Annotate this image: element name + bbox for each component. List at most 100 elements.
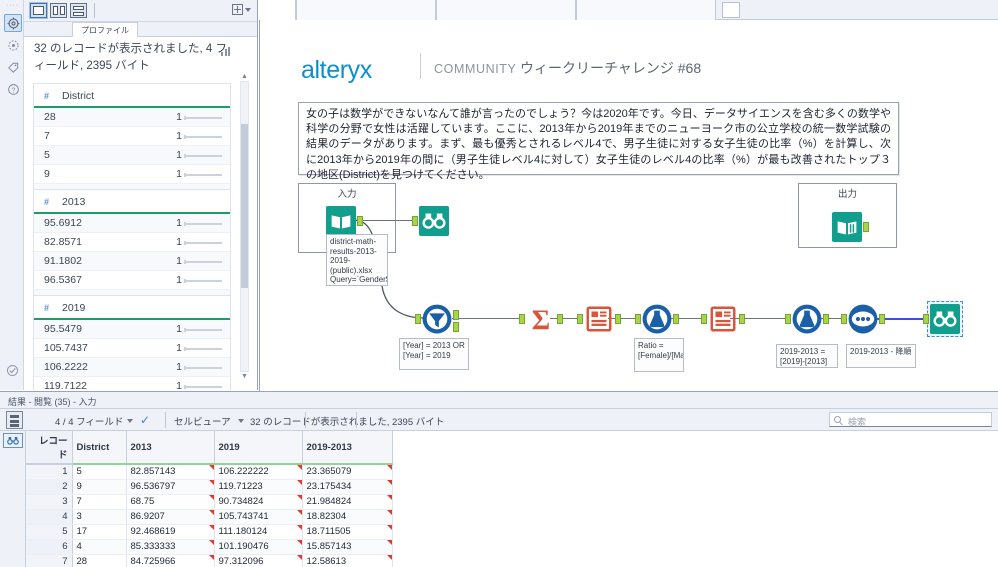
value: 9 xyxy=(44,168,50,180)
cell-diff: 23.175434 xyxy=(302,479,393,495)
output-anchor[interactable] xyxy=(557,314,563,324)
cell-diff: 12.58613 xyxy=(302,554,393,567)
table-row[interactable]: 1 5 82.857143 106.222222 23.365079 xyxy=(26,464,393,480)
cell-2019: 97.312096 xyxy=(214,554,303,567)
chevron-down-icon[interactable] xyxy=(238,419,244,423)
move-up-icon[interactable]: ↑ xyxy=(314,413,320,427)
count: 1 xyxy=(176,255,182,267)
false-output-anchor[interactable] xyxy=(453,322,459,332)
output-anchor[interactable] xyxy=(879,314,885,324)
column-header-district[interactable]: District xyxy=(72,431,127,465)
browse-tool-top[interactable] xyxy=(412,206,449,236)
input-anchor[interactable] xyxy=(701,314,707,324)
scrollbar-thumb[interactable] xyxy=(241,124,248,288)
input-anchor[interactable] xyxy=(923,314,929,324)
output-anchor[interactable] xyxy=(357,216,363,226)
bar-chart-icon[interactable] xyxy=(221,47,231,56)
container-title: 入力 xyxy=(337,189,357,200)
check-icon[interactable]: ✓ xyxy=(140,413,150,427)
input-anchor[interactable] xyxy=(412,216,418,226)
sort-tool[interactable] xyxy=(841,304,885,334)
table-row[interactable]: 2 9 96.536797 119.71223 23.175434 xyxy=(26,479,393,495)
output-anchor[interactable] xyxy=(739,314,745,324)
table-row[interactable]: 7 28 84.725966 97.312096 12.58613 xyxy=(26,554,393,567)
field-header: # 2019 xyxy=(34,296,230,320)
scroll-up-arrow[interactable]: ▲ xyxy=(241,72,248,81)
cell-flag-icon xyxy=(208,524,214,530)
table-row[interactable]: 3 7 68.75 90.734824 21.984824 xyxy=(26,494,393,510)
results-pane: 結果 - 閲覧 (35) - 入力 4 / 4 フィールド ✓ セルビューア 3… xyxy=(0,391,998,567)
scroll-down-arrow[interactable]: ▼ xyxy=(241,372,248,381)
canvas-tab-2[interactable] xyxy=(436,0,576,20)
crosstab-tool-1[interactable] xyxy=(577,304,621,334)
table-row[interactable]: 5 17 92.468619 111.180124 18.711505 xyxy=(26,524,393,540)
input-anchor[interactable] xyxy=(785,314,791,324)
workflow-canvas[interactable]: alteryx COMMUNITY ウィークリーチャレンジ #68 女の子は数学… xyxy=(259,20,998,391)
tab-profile[interactable]: プロファイル xyxy=(72,22,138,37)
record-summary-label: 32 のレコードが表示されました, 2395 バイト xyxy=(250,417,445,428)
cell-district: 9 xyxy=(72,479,127,495)
canvas-tab-3[interactable] xyxy=(576,0,716,20)
add-pane-button[interactable] xyxy=(232,4,251,15)
cell-viewer-label[interactable]: セルビューア xyxy=(174,414,231,428)
browse-tool-end[interactable] xyxy=(923,304,960,334)
filter-tool[interactable] xyxy=(415,304,459,334)
output-anchor[interactable] xyxy=(863,222,869,232)
crosstab-tool-2[interactable] xyxy=(701,304,745,334)
tag-icon[interactable] xyxy=(4,58,22,76)
target-icon[interactable] xyxy=(4,36,22,54)
input-data-tool[interactable] xyxy=(326,206,363,236)
fields-selector-label[interactable]: 4 / 4 フィールド xyxy=(55,414,123,428)
column-header-record[interactable]: レコード xyxy=(26,431,73,465)
canvas-tab-1[interactable] xyxy=(296,0,436,20)
profile-value-row: 28 1 xyxy=(34,108,230,127)
table-row[interactable]: 6 4 85.333333 101.190476 15.857143 xyxy=(26,539,393,555)
connection-wire[interactable] xyxy=(452,318,524,319)
input-anchor[interactable] xyxy=(519,314,525,324)
table-row[interactable]: 4 3 86.9207 105.743741 18.82304 xyxy=(26,509,393,525)
value: 95.6912 xyxy=(44,217,82,229)
column-header-diff[interactable]: 2019-2013 xyxy=(302,431,393,465)
column-header-2013[interactable]: 2013 xyxy=(126,431,215,465)
chevron-down-icon[interactable] xyxy=(127,419,133,423)
numeric-type-icon: # xyxy=(44,303,50,313)
rail-drag-handle[interactable]: ···· xyxy=(6,2,19,9)
cell-flag-icon xyxy=(296,524,302,530)
input-anchor[interactable] xyxy=(635,314,641,324)
cell-2019: 105.743741 xyxy=(214,509,303,525)
results-titlebar: 結果 - 閲覧 (35) - 入力 xyxy=(0,392,998,409)
search-icon xyxy=(834,416,841,423)
cell-record: 2 xyxy=(26,479,73,495)
formula-tool-2[interactable] xyxy=(785,304,829,334)
count: 1 xyxy=(176,149,182,161)
value: 82.8571 xyxy=(44,236,82,248)
field-header: # District xyxy=(34,84,230,108)
search-input[interactable]: 検索 xyxy=(829,412,992,427)
true-output-anchor[interactable] xyxy=(453,310,459,320)
output-data-tool[interactable] xyxy=(832,212,869,242)
profile-scrollbar[interactable]: ▲ ▼ xyxy=(240,73,249,380)
stacked-pane-view-button[interactable] xyxy=(70,3,87,18)
summarize-tool[interactable]: Σ xyxy=(519,304,563,334)
browse-icon[interactable] xyxy=(3,433,23,448)
move-down-icon[interactable]: ↓ xyxy=(335,413,341,427)
output-anchor[interactable] xyxy=(673,314,679,324)
single-pane-view-button[interactable] xyxy=(29,2,48,19)
gear-icon[interactable] xyxy=(4,14,22,32)
results-table[interactable]: レコード District 2013 2019 2019-2013 1 5 82.8… xyxy=(26,431,393,567)
results-grid[interactable]: レコード District 2013 2019 2019-2013 1 5 82.8… xyxy=(0,431,998,567)
input-anchor[interactable] xyxy=(415,314,421,324)
help-icon[interactable]: ? xyxy=(4,80,22,98)
input-anchor[interactable] xyxy=(841,314,847,324)
column-header-2019[interactable]: 2019 xyxy=(214,431,303,465)
formula-tool-1[interactable] xyxy=(635,304,679,334)
input-anchor[interactable] xyxy=(577,314,583,324)
profile-field-card: # 2013 95.6912 1 82.8571 1 91.1802 1 96.536… xyxy=(33,189,231,309)
output-anchor[interactable] xyxy=(615,314,621,324)
count: 1 xyxy=(176,130,182,142)
two-pane-view-button[interactable] xyxy=(50,3,67,18)
results-title: 結果 - 閲覧 (35) - 入力 xyxy=(8,397,97,407)
new-tab-button[interactable] xyxy=(722,2,740,18)
output-anchor[interactable] xyxy=(823,314,829,324)
table-view-icon[interactable] xyxy=(6,411,23,429)
